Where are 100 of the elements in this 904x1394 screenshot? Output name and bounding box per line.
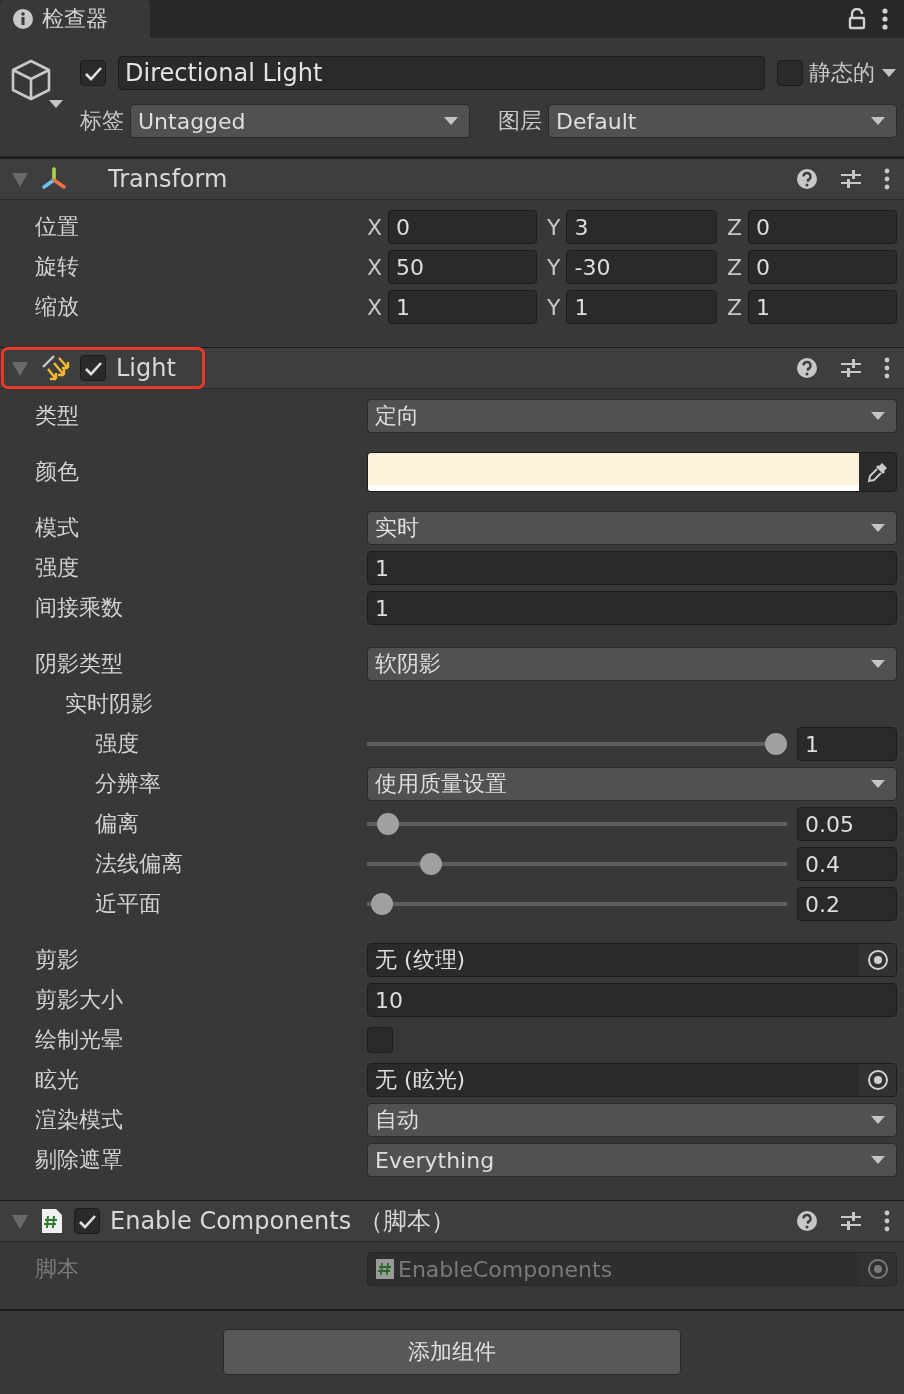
object-field[interactable]: 无 (眩光) xyxy=(367,1063,897,1097)
caret-icon xyxy=(870,115,886,127)
axis-label: Y xyxy=(547,254,561,280)
script-file-icon xyxy=(40,1207,64,1235)
more-icon[interactable] xyxy=(882,8,888,30)
checkbox[interactable] xyxy=(74,1208,100,1234)
info-icon xyxy=(12,8,34,30)
object-field[interactable]: 无 (纹理) xyxy=(367,943,897,977)
settings-sliders-icon[interactable] xyxy=(840,1211,862,1231)
dropdown[interactable]: Everything xyxy=(367,1143,897,1177)
more-icon[interactable] xyxy=(884,1210,890,1232)
script-file-icon xyxy=(375,1258,395,1280)
number-field[interactable]: 1 xyxy=(797,727,897,761)
property-label: 颜色 xyxy=(35,458,80,486)
property-label: 位置 xyxy=(35,213,80,241)
property-label: 绘制光晕 xyxy=(35,1026,124,1054)
eyedropper-icon[interactable] xyxy=(865,460,890,484)
more-icon[interactable] xyxy=(884,357,890,379)
number-field[interactable]: 0.4 xyxy=(797,847,897,881)
slider-thumb[interactable] xyxy=(370,893,393,915)
axis-label: Y xyxy=(547,214,561,240)
property-label: 分辨率 xyxy=(94,770,162,798)
component-title: Enable Components （脚本） xyxy=(110,1206,455,1237)
caret-icon xyxy=(870,1114,886,1126)
tab-label: 检查器 xyxy=(42,5,108,33)
slider-thumb[interactable] xyxy=(376,813,399,835)
caret-icon xyxy=(870,522,886,534)
axis-label: X xyxy=(367,214,383,240)
caret-icon xyxy=(870,1154,886,1166)
property-label: 偏离 xyxy=(94,810,140,838)
layer-label: 图层 xyxy=(498,107,542,135)
number-field[interactable]: 1 xyxy=(367,591,897,625)
component-header[interactable]: Transform xyxy=(0,159,904,200)
help-icon[interactable] xyxy=(796,357,818,379)
name-field[interactable]: Directional Light xyxy=(118,56,765,90)
more-icon[interactable] xyxy=(884,168,890,190)
number-field[interactable]: 0.05 xyxy=(797,807,897,841)
target-icon xyxy=(866,1258,889,1280)
dropdown[interactable]: 软阴影 xyxy=(367,647,897,681)
checkbox[interactable] xyxy=(80,355,106,381)
object-name: EnableComponents xyxy=(398,1256,613,1282)
axis-label: Z xyxy=(727,214,743,240)
number-field[interactable]: 0 xyxy=(748,250,897,284)
number-field[interactable]: 50 xyxy=(388,250,537,284)
layer-dropdown[interactable]: Default xyxy=(548,104,897,138)
slider-thumb[interactable] xyxy=(419,853,442,875)
number-field[interactable]: 0 xyxy=(748,210,897,244)
property-label: 眩光 xyxy=(35,1066,80,1094)
cube-icon xyxy=(10,58,52,102)
dropdown[interactable]: 定向 xyxy=(367,399,897,433)
number-field[interactable]: 0 xyxy=(388,210,537,244)
object-name: 无 (纹理) xyxy=(375,946,466,974)
number-field[interactable]: -30 xyxy=(566,250,717,284)
component-title: Transform xyxy=(108,165,228,193)
checkbox[interactable] xyxy=(80,60,106,86)
dropdown[interactable]: 自动 xyxy=(367,1103,897,1137)
axis-label: X xyxy=(367,254,383,280)
number-field[interactable]: 3 xyxy=(566,210,717,244)
number-field[interactable]: 1 xyxy=(388,290,537,324)
tag-dropdown[interactable]: Untagged xyxy=(130,104,470,138)
property-label: 模式 xyxy=(35,514,80,542)
help-icon[interactable] xyxy=(796,168,818,190)
tag-label: 标签 xyxy=(80,107,124,135)
property-label: 实时阴影 xyxy=(64,690,154,718)
number-field[interactable]: 1 xyxy=(367,551,897,585)
inspector-tab[interactable]: 检查器 xyxy=(0,0,150,38)
dropdown[interactable]: 使用质量设置 xyxy=(367,767,897,801)
settings-sliders-icon[interactable] xyxy=(840,358,862,378)
dropdown[interactable]: 实时 xyxy=(367,511,897,545)
component-header[interactable]: Enable Components （脚本） xyxy=(0,1201,904,1242)
caret-icon xyxy=(48,98,64,110)
number-field[interactable]: 10 xyxy=(367,983,897,1017)
help-icon[interactable] xyxy=(796,1210,818,1232)
target-icon[interactable] xyxy=(866,1069,889,1091)
property-label: 缩放 xyxy=(35,293,80,321)
light-icon xyxy=(40,353,70,383)
axis-label: Z xyxy=(727,254,743,280)
property-label: 阴影类型 xyxy=(35,650,124,678)
checkbox[interactable] xyxy=(367,1027,393,1053)
property-label: 强度 xyxy=(35,554,80,582)
slider-thumb[interactable] xyxy=(765,733,787,755)
number-field[interactable]: 1 xyxy=(566,290,717,324)
color-swatch[interactable] xyxy=(368,453,859,491)
target-icon[interactable] xyxy=(866,949,889,971)
component-header[interactable]: Light xyxy=(0,348,904,389)
caret-icon xyxy=(881,67,897,79)
object-name: 无 (眩光) xyxy=(375,1066,466,1094)
checkbox[interactable] xyxy=(777,60,803,86)
static-label: 静态的 xyxy=(809,59,875,87)
property-label: 渲染模式 xyxy=(35,1106,124,1134)
property-label: 剔除遮罩 xyxy=(35,1146,124,1174)
number-field[interactable]: 0.2 xyxy=(797,887,897,921)
caret-icon xyxy=(870,778,886,790)
add-component-button[interactable]: 添加组件 xyxy=(223,1329,681,1375)
lock-icon[interactable] xyxy=(848,8,866,30)
component-title: Light xyxy=(116,354,176,382)
property-label: 间接乘数 xyxy=(35,594,124,622)
settings-sliders-icon[interactable] xyxy=(840,169,862,189)
number-field[interactable]: 1 xyxy=(748,290,897,324)
caret-icon xyxy=(443,115,459,127)
